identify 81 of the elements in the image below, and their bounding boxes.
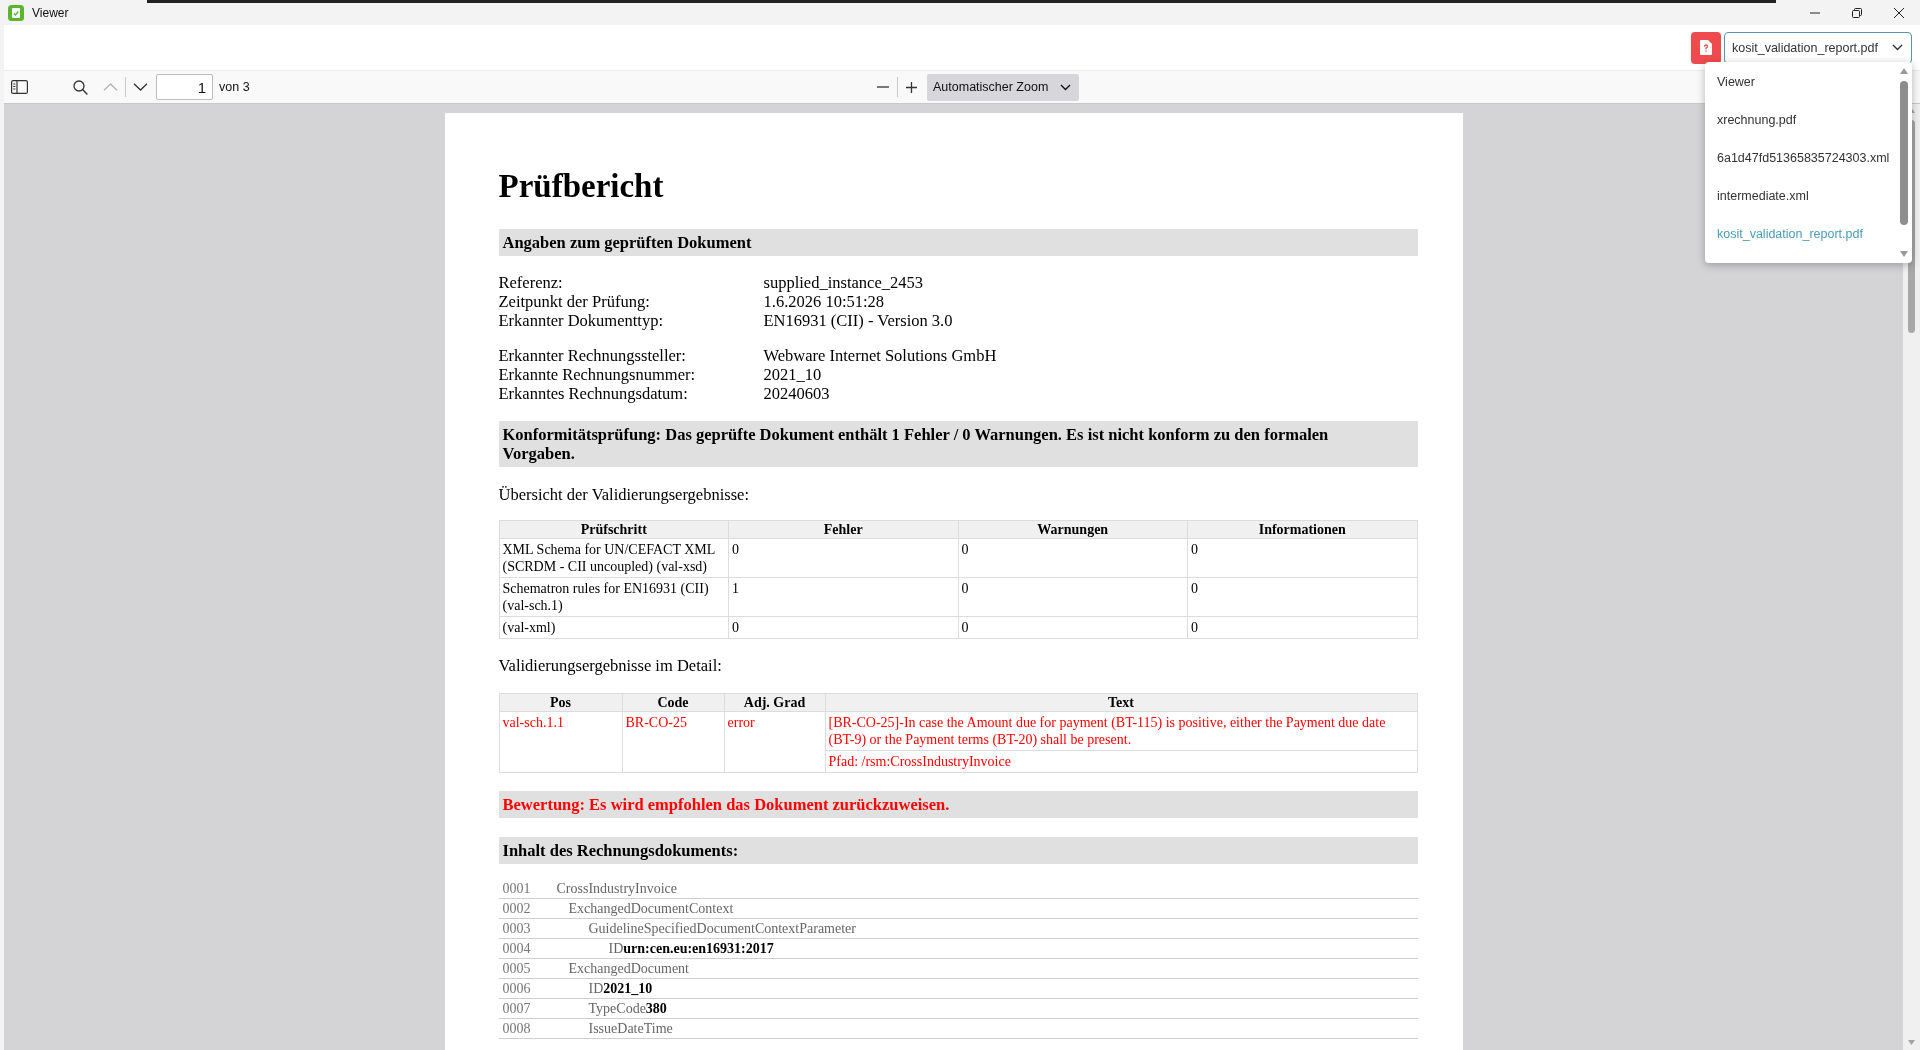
error-message: [BR-CO-25]-In case the Amount due for payment (BT-115) is positive, either the Payment due date (BT-9) or the Payment terms (BT-20) shall be present. <box>827 714 1387 749</box>
page-count: von 3 <box>219 80 250 94</box>
section-heading: Konformitätsprüfung: Das geprüfte Dokument enthält 1 Fehler / 0 Warnungen. Es ist nicht konform zu den formalen Vorgaben. <box>498 421 1418 467</box>
field-label: Zeitpunkt der Prüfung: <box>498 292 651 311</box>
line-number: 0008 <box>501 1020 532 1038</box>
pdf-file-button[interactable] <box>1691 31 1721 64</box>
app-icon <box>8 4 24 21</box>
column-header: Text <box>825 693 1417 712</box>
table-cell: XML Schema for UN/CEFACT XML (SCRDM - CII uncoupled) (val-xsd) <box>499 538 729 578</box>
table-cell: 0 <box>1187 577 1417 617</box>
field-label: Erkannter Rechnungssteller: <box>498 346 687 365</box>
chevron-down-icon <box>1060 83 1071 91</box>
dropdown-option[interactable]: 6a1d47fd51365835724303.xml <box>1705 139 1898 177</box>
viewer-scrollbar[interactable] <box>1903 104 1920 1050</box>
table-cell: (val-xml) <box>499 616 729 639</box>
table-cell: Schematron rules for EN16931 (CII) (val-sch.1) <box>499 577 729 617</box>
field-label: Erkanntes Rechnungsdatum: <box>498 384 689 403</box>
xml-element: IDurn:cen.eu:en16931:2017 <box>608 940 774 958</box>
field-value: Webware Internet Solutions GmbH <box>763 346 997 365</box>
chevron-down-icon <box>1892 44 1903 51</box>
table-caption: Validierungsergebnisse im Detail: <box>498 656 723 675</box>
table-caption: Übersicht der Validierungsergebnisse: <box>498 485 750 504</box>
column-header: Adj. Grad <box>724 693 825 712</box>
field-label: Erkannter Dokumenttyp: <box>498 311 664 330</box>
zoom-in-icon[interactable] <box>906 81 917 93</box>
close-icon[interactable] <box>1894 7 1904 18</box>
column-header: Code <box>622 693 724 712</box>
page-number-field[interactable]: 1 <box>156 74 213 100</box>
field-value: 20240603 <box>763 384 830 403</box>
column-header: Warnungen <box>958 520 1188 539</box>
section-heading: Inhalt des Rechnungsdokuments: <box>498 837 1418 864</box>
sidebar-toggle-icon[interactable] <box>11 80 28 94</box>
field-value: supplied_instance_2453 <box>763 273 923 292</box>
column-header: Prüfschritt <box>499 520 729 539</box>
field-label: Erkannte Rechnungsnummer: <box>498 365 697 384</box>
field-label: Referenz: <box>498 273 564 292</box>
window-title: Viewer <box>32 5 69 20</box>
table-cell: 0 <box>958 577 1188 617</box>
table-cell: 0 <box>1187 616 1417 639</box>
report-title: Prüfbericht <box>498 167 665 206</box>
line-number: 0006 <box>501 980 532 998</box>
table-cell: 0 <box>958 616 1188 639</box>
file-select[interactable]: kosit_validation_report.pdf <box>1724 31 1912 64</box>
xml-element: IssueDateTime <box>588 1020 673 1038</box>
line-number: 0004 <box>501 940 532 958</box>
line-number: 0003 <box>501 920 532 938</box>
line-number: 0007 <box>501 1000 532 1018</box>
table-cell: val-sch.1.1 <box>499 711 622 773</box>
restore-icon[interactable] <box>1852 7 1862 18</box>
table-cell: 1 <box>728 577 958 617</box>
line-number: 0001 <box>501 880 532 898</box>
xml-element: ExchangedDocument <box>568 960 689 978</box>
table-cell: 0 <box>728 616 958 639</box>
error-path: Pfad: /rsm:CrossIndustryInvoice <box>825 750 1417 772</box>
field-value: 2021_10 <box>763 365 822 384</box>
column-header: Informationen <box>1187 520 1417 539</box>
zoom-select[interactable]: Automatischer Zoom <box>927 73 1079 101</box>
xml-element: ExchangedDocumentContext <box>568 900 734 918</box>
xml-element: CrossIndustryInvoice <box>556 880 678 898</box>
section-heading: Angaben zum geprüften Dokument <box>498 229 1418 256</box>
table-cell: 0 <box>958 538 1188 578</box>
field-value: 1.6.2026 10:51:28 <box>763 292 885 311</box>
table-cell: 0 <box>728 538 958 578</box>
assessment-banner: Bewertung: Es wird empfohlen das Dokument zurückzuweisen. <box>498 791 1418 818</box>
xml-element: GuidelineSpecifiedDocumentContextParameter <box>588 920 856 938</box>
field-value: EN16931 (CII) - Version 3.0 <box>763 311 953 330</box>
xml-element: TypeCode380 <box>588 1000 667 1018</box>
table-cell: BR-CO-25 <box>622 711 724 773</box>
column-header: Pos <box>499 693 622 712</box>
column-header: Fehler <box>728 520 958 539</box>
table-cell: 0 <box>1187 538 1417 578</box>
dropdown-option[interactable]: Viewer <box>1705 63 1898 101</box>
chevron-down-icon[interactable] <box>133 83 148 91</box>
dropdown-option[interactable]: intermediate.xml <box>1705 177 1898 215</box>
table-cell: error <box>724 711 825 773</box>
search-icon[interactable] <box>73 79 88 95</box>
line-number: 0002 <box>501 900 532 918</box>
xml-element: ID2021_10 <box>588 980 653 998</box>
line-number: 0005 <box>501 960 532 978</box>
dropdown-option[interactable]: xrechnung.pdf <box>1705 101 1898 139</box>
document-icon <box>1700 40 1712 55</box>
